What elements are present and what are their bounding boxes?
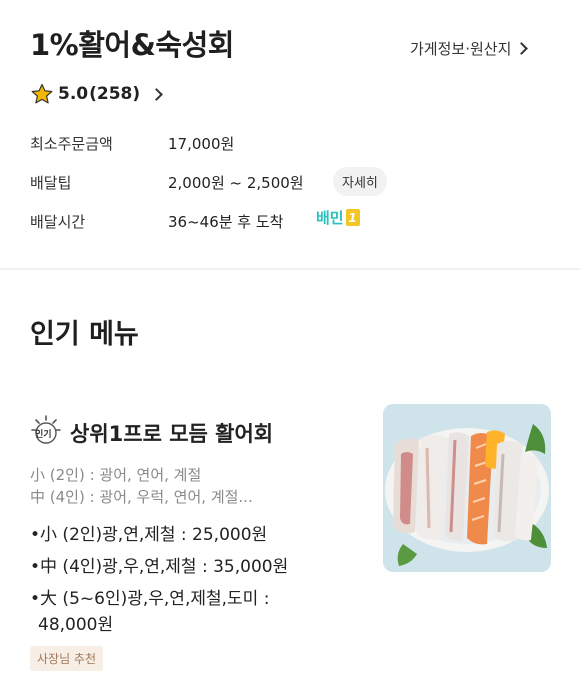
review-count: (258) [89, 84, 141, 104]
min-order-label: 최소주문금액 [30, 135, 113, 153]
menu-item-image[interactable] [383, 404, 551, 572]
delivery-time-label: 배달시간 [30, 213, 86, 231]
menu-item-name[interactable]: 상위1프로 모듬 활어회 [70, 418, 273, 448]
menu-desc-line: 小 (2인) : 광어, 연어, 계절 [30, 466, 202, 484]
menu-desc-line: 中 (4인) : 광어, 우럭, 연어, 계절... [30, 488, 253, 506]
baemin1-badge: 배민 1 [316, 207, 360, 228]
popular-badge-label: 인기 [35, 430, 52, 440]
popular-menu-heading: 인기 메뉴 [30, 319, 139, 350]
baemin-number: 1 [345, 209, 360, 226]
section-divider [0, 268, 580, 270]
store-title: 1%활어&숙성회 [30, 28, 234, 62]
menu-price-line: •中 (4인)광,우,연,제철 : 35,000원 [30, 557, 289, 577]
delivery-time-value: 36~46분 후 도착 [168, 213, 284, 231]
menu-price-line: 48,000원 [38, 615, 114, 635]
star-icon [31, 83, 53, 104]
delivery-tip-detail-button[interactable]: 자세히 [333, 167, 387, 196]
chevron-right-icon [150, 87, 164, 101]
delivery-tip-value: 2,000원 ~ 2,500원 [168, 174, 304, 192]
chevron-right-icon [515, 42, 529, 55]
popular-badge-icon: 인기 [30, 414, 62, 446]
rating-link[interactable]: 5.0 (258) [30, 82, 164, 106]
baemin-label: 배민 [316, 209, 344, 227]
store-info-link[interactable]: 가게정보·원산지 [410, 38, 529, 59]
rating-value: 5.0 [58, 84, 89, 104]
menu-price-line: •小 (2인)광,연,제철 : 25,000원 [30, 525, 268, 545]
store-info-label: 가게정보·원산지 [410, 40, 512, 58]
owner-recommend-badge: 사장님 추천 [30, 646, 104, 671]
delivery-tip-label: 배달팁 [30, 174, 72, 192]
menu-price-line: •大 (5~6인)광,우,연,제철,도미 : [30, 589, 270, 609]
min-order-value: 17,000원 [168, 135, 235, 153]
